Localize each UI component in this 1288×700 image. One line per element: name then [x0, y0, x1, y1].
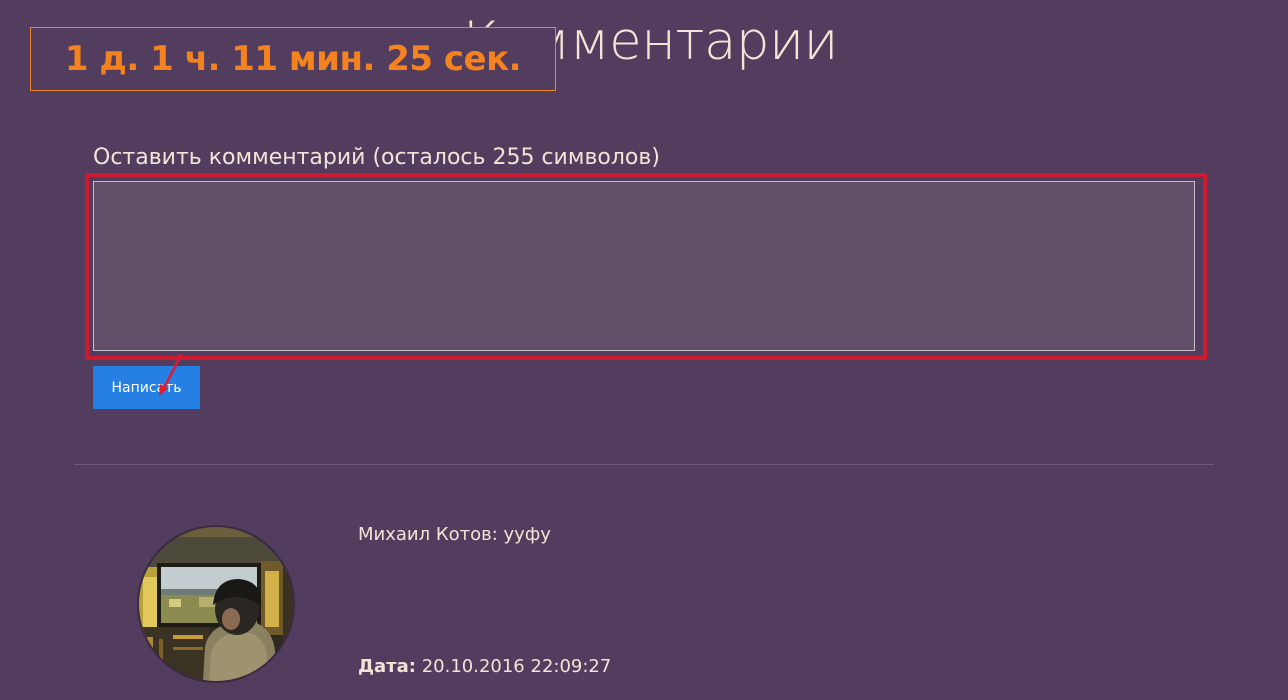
section-divider — [74, 464, 1214, 465]
comment-date: Дата: 20.10.2016 22:09:27 — [358, 653, 611, 681]
countdown-timer: 1 д. 1 ч. 11 мин. 25 сек. — [30, 27, 556, 91]
submit-comment-button[interactable]: Написать — [93, 366, 200, 409]
textarea-highlight-frame — [85, 173, 1207, 360]
avatar-photo — [139, 527, 293, 681]
comment-text: Михаил Котов: ууфу — [358, 524, 551, 545]
comment-date-value: 20.10.2016 22:09:27 — [421, 656, 612, 677]
comment-date-label: Дата: — [358, 656, 416, 677]
avatar — [137, 525, 295, 683]
comment-form-label: Оставить комментарий (осталось 255 симво… — [93, 145, 660, 170]
